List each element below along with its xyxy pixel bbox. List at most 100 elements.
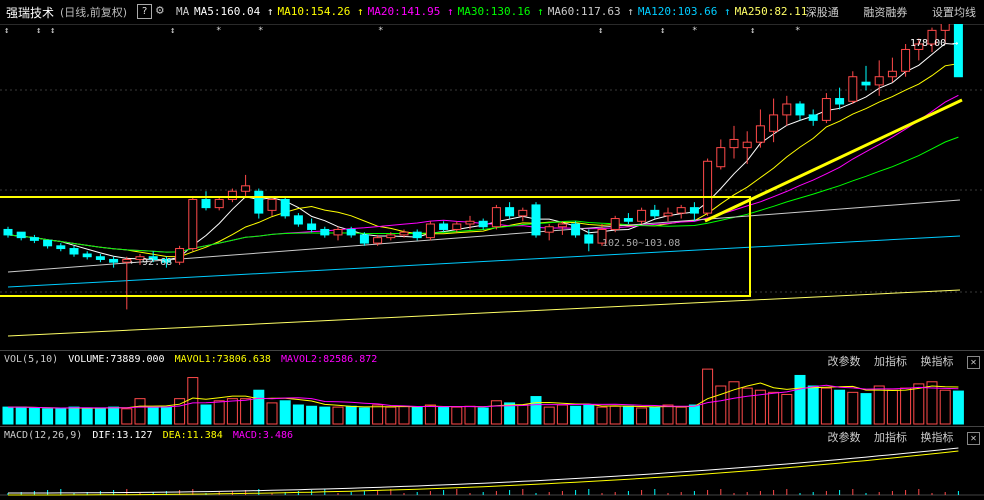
candle-body bbox=[399, 231, 409, 236]
link-margin[interactable]: 融资融券 bbox=[863, 6, 907, 19]
macd-panel-header: MACD(12,26,9) DIF:13.127 DEA:11.384 MACD… bbox=[0, 426, 984, 445]
candle-body bbox=[821, 98, 831, 121]
volume-bar bbox=[530, 396, 542, 425]
candle-body bbox=[3, 228, 13, 236]
vol-name: VOL(5,10) bbox=[4, 354, 59, 365]
event-marker: ↕ bbox=[170, 26, 175, 36]
volume-bar bbox=[147, 407, 159, 425]
candle-body bbox=[56, 245, 66, 250]
link-ma-settings[interactable]: 设置均线 bbox=[932, 6, 976, 19]
candle-body bbox=[663, 212, 673, 217]
volume-bar bbox=[477, 407, 489, 425]
ma-legend-item: MA20:141.95 ↑ bbox=[367, 5, 454, 18]
volume-bar bbox=[451, 406, 463, 425]
candle-body bbox=[584, 234, 594, 244]
candle-body bbox=[755, 125, 765, 143]
volume-bar bbox=[741, 387, 753, 425]
macd-name: MACD(12,26,9) bbox=[4, 430, 83, 441]
volume-bar bbox=[160, 406, 172, 425]
volume-bar bbox=[385, 406, 397, 425]
volume-bar bbox=[15, 406, 27, 425]
candle-body bbox=[953, 24, 963, 78]
candle-body bbox=[518, 209, 528, 217]
event-marker: ↕ bbox=[4, 26, 9, 36]
dea-line bbox=[8, 450, 959, 496]
candle-body bbox=[835, 98, 845, 105]
vol-mavol2: MAVOL2:82586.872 bbox=[280, 354, 378, 365]
volume-bar bbox=[688, 404, 700, 425]
candle-body bbox=[650, 209, 660, 217]
volume-bar bbox=[2, 406, 14, 425]
candle-body bbox=[109, 258, 119, 263]
volume-bar bbox=[292, 404, 304, 425]
volume-bar bbox=[834, 389, 846, 425]
volume-bar bbox=[358, 407, 370, 425]
price-chart: ↕ ↕ ↕ ↕ * * * ↕ ↕ * ↕ * 178.00 → ← 92.68 102.50~103.08 bbox=[0, 24, 984, 337]
candle-body bbox=[386, 234, 396, 239]
event-marker: ↕ bbox=[750, 26, 755, 36]
candle-body bbox=[307, 223, 317, 230]
volume-bar bbox=[820, 387, 832, 425]
volume-bar bbox=[490, 400, 502, 425]
period-mode[interactable]: (日线,前复权) bbox=[60, 4, 127, 20]
candle-body bbox=[887, 70, 897, 78]
volume-bar bbox=[939, 389, 951, 425]
main-chart-panel[interactable]: ↕ ↕ ↕ ↕ * * * ↕ ↕ * ↕ * 178.00 → ← 92.68 102.50~103.08 bbox=[0, 24, 984, 350]
candle-body bbox=[808, 114, 818, 121]
event-marker: * bbox=[216, 26, 221, 36]
volume-bar bbox=[438, 406, 450, 425]
candle-body bbox=[29, 237, 39, 241]
candle-body bbox=[465, 220, 475, 225]
candle-body bbox=[861, 81, 871, 86]
candle-body bbox=[637, 209, 647, 222]
volume-bar bbox=[55, 408, 67, 425]
volume-bar bbox=[134, 398, 146, 425]
candle-body bbox=[848, 76, 858, 102]
volume-bar bbox=[702, 368, 714, 425]
volume-bar bbox=[266, 402, 278, 425]
macd-value: MACD:3.486 bbox=[232, 430, 294, 441]
top-links: 深股通 融资融券 设置均线 bbox=[788, 4, 976, 20]
volume-panel-header: VOL(5,10) VOLUME:73889.000 MAVOL1:73806.… bbox=[0, 350, 984, 369]
candle-body bbox=[175, 248, 185, 263]
ma-legend-item: MA30:130.16 ↑ bbox=[457, 5, 544, 18]
volume-bar bbox=[886, 389, 898, 425]
volume-bar bbox=[913, 383, 925, 425]
candle-body bbox=[874, 76, 884, 86]
volume-bar bbox=[108, 406, 120, 425]
volume-bar bbox=[424, 404, 436, 425]
help-button[interactable]: ? bbox=[137, 4, 152, 19]
candle-body bbox=[795, 103, 805, 116]
volume-bar bbox=[332, 406, 344, 425]
event-marker: ↕ bbox=[660, 26, 665, 36]
candle-body bbox=[531, 204, 541, 236]
candle-body bbox=[320, 228, 330, 236]
volume-bar bbox=[873, 385, 885, 425]
candle-body bbox=[557, 223, 567, 228]
volume-bar bbox=[253, 389, 265, 425]
volume-bar bbox=[675, 406, 687, 425]
candle-body bbox=[716, 147, 726, 168]
candle-body bbox=[491, 207, 501, 228]
volume-bar bbox=[94, 407, 106, 425]
candle-body bbox=[452, 223, 462, 230]
candle-body bbox=[505, 207, 515, 217]
volume-bar bbox=[200, 404, 212, 425]
candle-body bbox=[293, 215, 303, 225]
event-marker: ↕ bbox=[598, 26, 603, 36]
candle-body bbox=[267, 198, 277, 211]
candle-body bbox=[69, 248, 79, 255]
volume-bar bbox=[570, 405, 582, 425]
volume-bar bbox=[240, 398, 252, 425]
vol-volume: VOLUME:73889.000 bbox=[68, 354, 165, 365]
candle-body bbox=[610, 218, 620, 230]
volume-bar bbox=[226, 398, 238, 425]
gear-icon[interactable]: ⚙ bbox=[156, 3, 164, 18]
volume-bar bbox=[464, 405, 476, 425]
volume-bar bbox=[715, 385, 727, 425]
candle-body bbox=[346, 228, 356, 236]
volume-bar bbox=[622, 405, 634, 425]
volume-bar bbox=[768, 391, 780, 425]
link-hk-connect[interactable]: 深股通 bbox=[806, 6, 839, 19]
candle-body bbox=[201, 198, 211, 209]
